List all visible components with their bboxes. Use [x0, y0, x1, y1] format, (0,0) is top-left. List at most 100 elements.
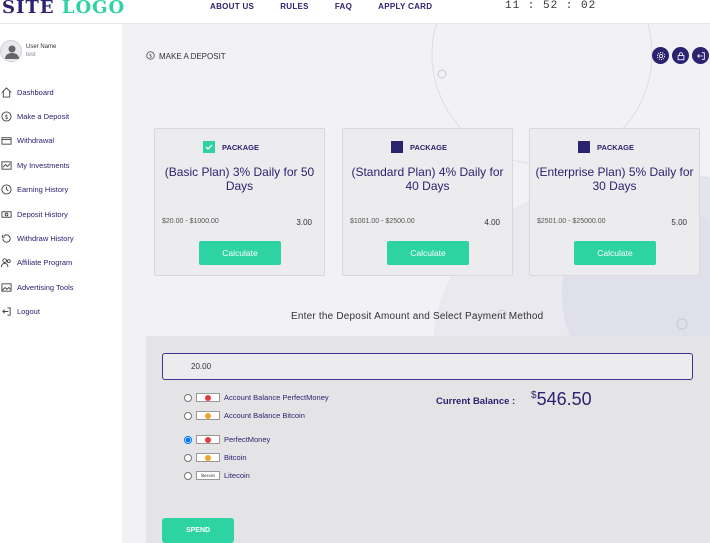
calculate-button[interactable]: Calculate	[387, 241, 469, 265]
clock: 11 : 52 : 02	[505, 0, 597, 12]
plan-name: (Standard Plan) 4% Daily for 40 Days	[351, 165, 504, 193]
bitcoin-logo	[196, 411, 220, 420]
site-logo[interactable]: SITE LOGO	[2, 0, 125, 18]
main-content: $ MAKE A DEPOSIT PACKAGE (Basic Plan) 3%…	[122, 24, 710, 543]
plan-card-enterprise[interactable]: PACKAGE (Enterprise Plan) 5% Daily for 3…	[529, 128, 700, 276]
svg-text:$: $	[149, 53, 152, 59]
users-icon	[0, 257, 12, 269]
page-title: MAKE A DEPOSIT	[159, 52, 226, 61]
package-header: PACKAGE	[391, 141, 447, 153]
calculate-button[interactable]: Calculate	[199, 241, 281, 265]
sidebar-item-label: Withdraw History	[17, 234, 74, 244]
sidebar-item-label: Deposit History	[17, 209, 68, 219]
payment-option-label: Account Balance Bitcoin	[224, 411, 305, 420]
user-icon	[5, 45, 19, 59]
sidebar-item-label: Logout	[17, 307, 40, 317]
sidebar-item-earning-history[interactable]: Earning History	[0, 178, 122, 202]
payment-option-bitcoin[interactable]: Bitcoin	[184, 453, 247, 462]
breadcrumb: $ MAKE A DEPOSIT	[146, 51, 226, 62]
sidebar-item-logout[interactable]: Logout	[0, 300, 122, 324]
sidebar-item-label: Make a Deposit	[17, 112, 70, 122]
payment-radio[interactable]	[184, 393, 192, 402]
package-label: PACKAGE	[222, 142, 259, 152]
settings-button[interactable]	[652, 47, 669, 64]
amount-input[interactable]	[162, 353, 693, 380]
plan-range: $1001.00 - $2500.00	[350, 218, 415, 225]
bitcoin-logo	[196, 453, 220, 462]
sidebar-item-label: Earning History	[17, 185, 69, 195]
sidebar-item-label: Advertising Tools	[17, 282, 74, 292]
plan-percent: 3.00	[296, 218, 312, 227]
payment-radio[interactable]	[184, 453, 192, 462]
payment-option-balance-btc[interactable]: Account Balance Bitcoin	[184, 411, 305, 420]
sidebar-item-label: Affiliate Program	[17, 258, 73, 268]
plan-card-basic[interactable]: PACKAGE (Basic Plan) 3% Daily for 50 Day…	[154, 128, 325, 276]
payment-option-litecoin[interactable]: litecoin Litecoin	[184, 471, 250, 480]
sidebar-item-make-deposit[interactable]: $ Make a Deposit	[0, 104, 122, 128]
sidebar-menu: Dashboard $ Make a Deposit Withdrawal My…	[0, 80, 122, 324]
plan-range: $20.00 - $1000.00	[162, 218, 219, 225]
top-nav: ABOUT US RULES FAQ APPLY CARD	[210, 2, 458, 11]
deposit-headline: Enter the Deposit Amount and Select Paym…	[291, 311, 544, 322]
user-login: test	[26, 52, 36, 58]
checkbox-checked-icon[interactable]	[203, 141, 215, 153]
history-icon	[0, 233, 12, 245]
header-tools	[652, 47, 709, 64]
wallet-icon	[0, 135, 12, 147]
dollar-circle-icon: $	[146, 51, 155, 62]
logo-site-text: SITE	[2, 0, 55, 18]
nav-about-us[interactable]: ABOUT US	[210, 2, 254, 11]
litecoin-logo: litecoin	[196, 471, 220, 480]
current-balance-label: Current Balance :	[436, 396, 516, 407]
plan-range: $2501.00 - $25000.00	[537, 218, 606, 225]
sidebar-item-deposit-history[interactable]: Deposit History	[0, 202, 122, 226]
payment-option-label: PerfectMoney	[224, 435, 271, 444]
checkbox-unchecked-icon[interactable]	[391, 141, 403, 153]
balance-amount: 546.50	[536, 389, 592, 409]
plan-card-standard[interactable]: PACKAGE (Standard Plan) 4% Daily for 40 …	[342, 128, 513, 276]
sidebar-item-my-investments[interactable]: My Investments	[0, 153, 122, 177]
top-bar: SITE LOGO ABOUT US RULES FAQ APPLY CARD …	[0, 0, 710, 24]
payment-option-balance-pm[interactable]: Account Balance PerfectMoney	[184, 393, 329, 402]
nav-apply-card[interactable]: APPLY CARD	[378, 2, 432, 11]
checkbox-unchecked-icon[interactable]	[578, 141, 590, 153]
calculate-button[interactable]: Calculate	[574, 241, 656, 265]
current-balance-value: $546.50	[531, 389, 592, 410]
payment-radio[interactable]	[184, 435, 192, 444]
perfectmoney-logo	[196, 393, 220, 402]
sidebar-item-label: My Investments	[17, 160, 70, 170]
logo-word-text: LOGO	[61, 0, 126, 18]
lock-icon	[677, 51, 684, 60]
avatar[interactable]	[0, 40, 22, 62]
plan-name: (Enterprise Plan) 5% Daily for 30 Days	[535, 165, 694, 193]
spend-button[interactable]: SPEND	[162, 518, 234, 543]
clock-icon	[0, 184, 12, 196]
logout-icon	[696, 51, 705, 60]
user-profile: User Name test	[0, 40, 120, 66]
nav-faq[interactable]: FAQ	[335, 2, 352, 11]
sidebar-item-label: Dashboard	[17, 87, 54, 97]
payment-option-perfectmoney[interactable]: PerfectMoney	[184, 435, 270, 444]
dollar-circle-icon: $	[0, 111, 12, 123]
package-header: PACKAGE	[203, 141, 259, 153]
sidebar-item-affiliate-program[interactable]: Affiliate Program	[0, 251, 122, 275]
sidebar-item-withdrawal[interactable]: Withdrawal	[0, 129, 122, 153]
payment-option-label: Litecoin	[224, 471, 250, 480]
logout-icon	[0, 306, 12, 318]
sidebar: User Name test Dashboard $ Make a Deposi…	[0, 24, 122, 543]
perfectmoney-logo	[196, 435, 220, 444]
gear-icon	[656, 51, 665, 60]
sidebar-item-dashboard[interactable]: Dashboard	[0, 80, 122, 104]
image-icon	[0, 281, 12, 293]
sidebar-item-advertising-tools[interactable]: Advertising Tools	[0, 275, 122, 299]
home-icon	[0, 86, 12, 98]
sidebar-item-withdraw-history[interactable]: Withdraw History	[0, 226, 122, 250]
payment-radio[interactable]	[184, 471, 192, 480]
security-button[interactable]	[672, 47, 689, 64]
svg-text:$: $	[4, 113, 8, 121]
package-header: PACKAGE	[578, 141, 634, 153]
nav-rules[interactable]: RULES	[280, 2, 309, 11]
logout-button[interactable]	[692, 47, 709, 64]
user-name-label: User Name	[26, 44, 57, 50]
payment-radio[interactable]	[184, 411, 192, 420]
